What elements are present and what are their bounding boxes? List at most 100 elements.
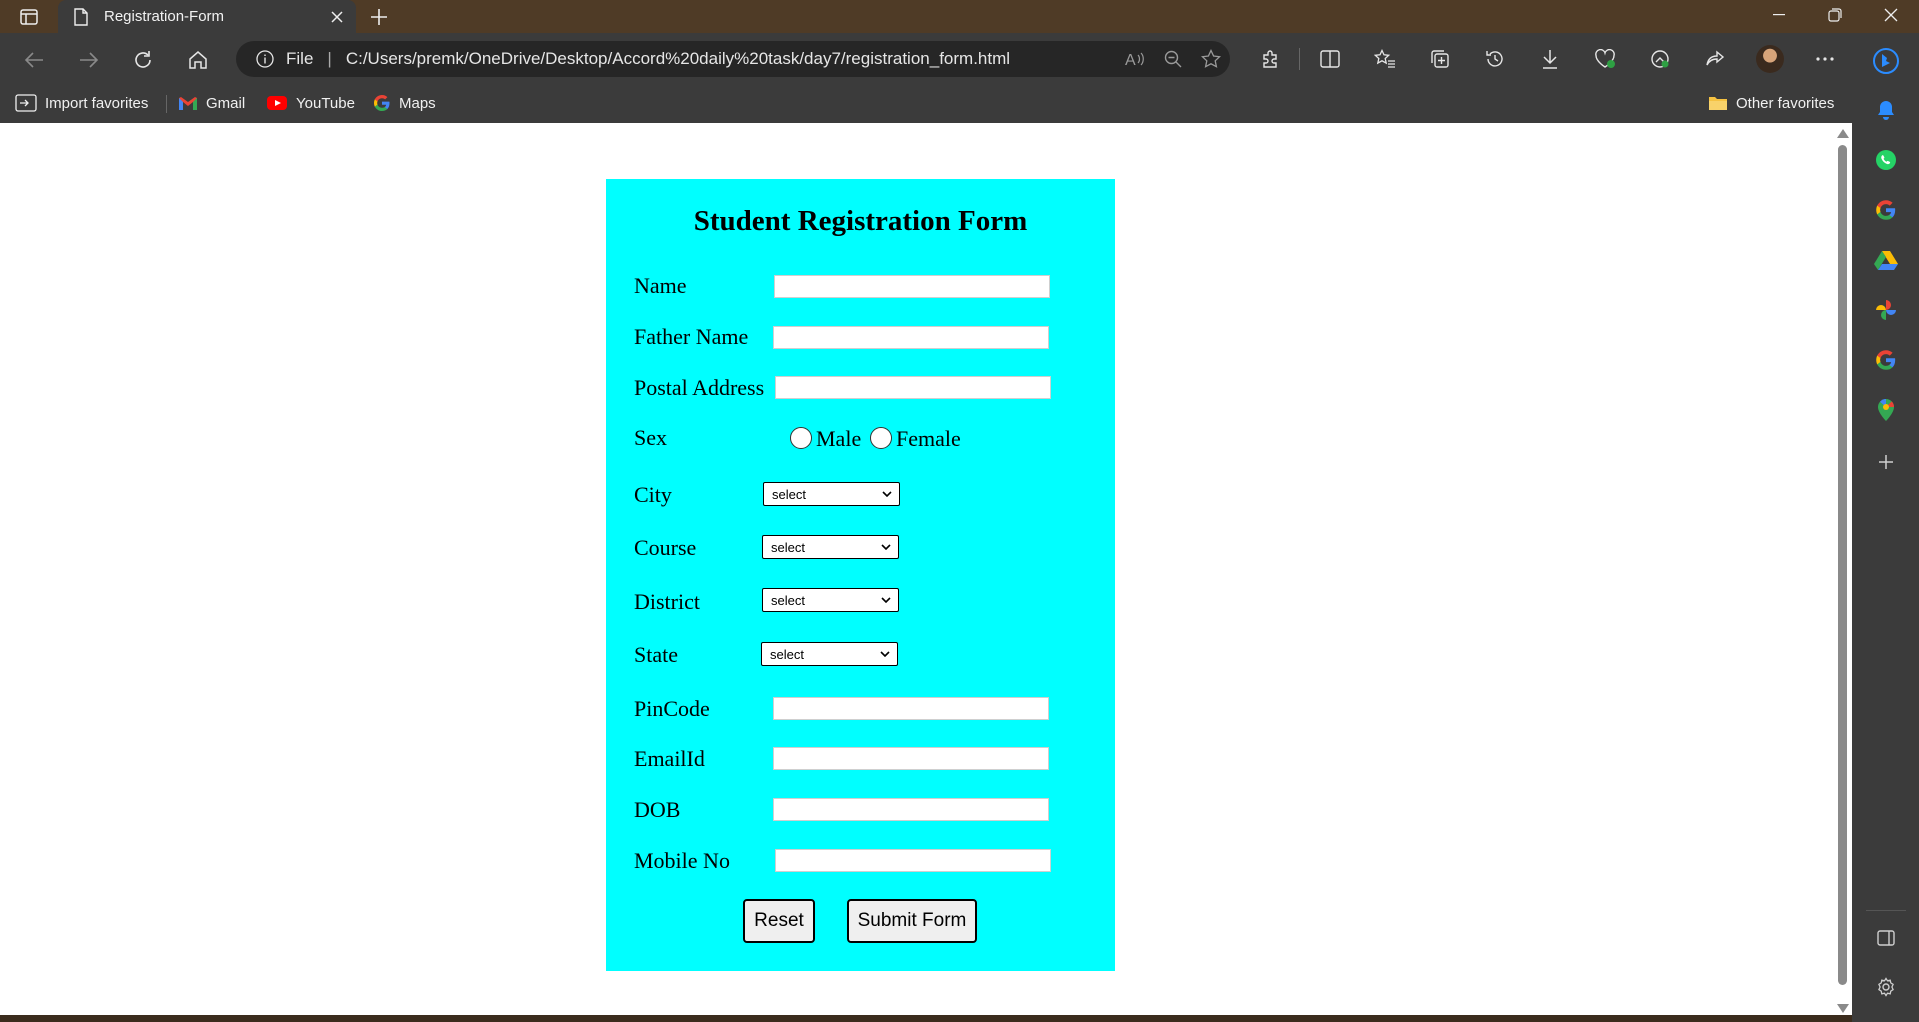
mobile-input[interactable] [775,849,1051,872]
city-select[interactable]: select [763,482,900,506]
postal-address-label: Postal Address [634,375,765,400]
hide-sidebar-icon[interactable] [1872,924,1900,952]
back-icon[interactable] [17,43,51,77]
male-radio-label: Male [816,426,862,451]
favorites-icon[interactable] [1357,41,1412,77]
mobile-label: Mobile No [634,848,730,873]
minimize-icon[interactable] [1751,0,1807,30]
window-bottom-edge [0,1015,1852,1022]
svg-text:A: A [1125,52,1136,68]
pincode-label: PinCode [634,696,710,721]
page-viewport: Student Registration Form Name Father Na… [0,123,1852,1015]
import-favorites-label: Import favorites [45,94,149,112]
gmail-label: Gmail [206,94,246,112]
favorite-star-icon[interactable] [1192,41,1230,77]
gmail-link[interactable]: Gmail [178,91,245,115]
downloads-icon[interactable] [1522,41,1577,77]
import-favorites-link[interactable]: Import favorites [15,91,148,115]
refresh-icon[interactable] [126,43,160,77]
more-options-icon[interactable] [1797,41,1852,77]
maps-link[interactable]: Maps [373,91,436,115]
google-maps-icon[interactable] [1872,396,1900,424]
notifications-bell-icon[interactable] [1872,96,1900,124]
folder-icon [1709,97,1727,110]
scroll-down-arrow[interactable] [1837,1004,1849,1013]
home-icon[interactable] [181,43,215,77]
chevron-down-icon [880,540,892,554]
google-icon [374,95,390,111]
zoom-out-icon[interactable] [1154,41,1192,77]
google-icon[interactable] [1872,196,1900,224]
female-radio-label: Female [896,426,961,451]
female-radio[interactable] [870,427,892,449]
chevron-down-icon [880,593,892,607]
youtube-icon [267,96,287,110]
chevron-down-icon [879,647,891,661]
new-tab-icon[interactable] [364,2,394,32]
sex-label: Sex [634,425,667,450]
dob-input[interactable] [773,798,1049,821]
other-favorites-label: Other favorites [1736,94,1835,112]
scroll-up-arrow[interactable] [1837,129,1849,138]
extensions-icon[interactable] [1242,41,1297,77]
favorites-divider [166,95,167,113]
toolbar-icons [1242,41,1852,77]
address-bar[interactable]: File | C:/Users/premk/OneDrive/Desktop/A… [236,41,1230,77]
close-window-icon[interactable] [1863,0,1919,30]
read-aloud-icon[interactable]: A [1116,41,1154,77]
submit-form-button[interactable]: Submit Form [847,899,977,943]
name-input[interactable] [774,275,1050,298]
toolbar-divider [1299,48,1300,70]
bing-copilot-icon[interactable] [1872,47,1900,75]
browser-essentials-icon[interactable] [1577,41,1632,77]
postal-address-input[interactable] [775,376,1051,399]
state-select[interactable]: select [761,642,898,666]
course-select[interactable]: select [762,535,899,559]
dob-label: DOB [634,797,681,822]
district-select-value: select [771,592,805,608]
pincode-input[interactable] [773,697,1049,720]
email-input[interactable] [773,747,1049,770]
sidebar-settings-gear-icon[interactable] [1872,973,1900,1001]
scroll-thumb[interactable] [1838,145,1847,985]
city-select-value: select [772,486,806,502]
share-icon[interactable] [1687,41,1742,77]
add-sidebar-app-icon[interactable] [1872,448,1900,476]
gmail-icon [179,97,197,110]
vertical-scrollbar[interactable] [1832,123,1852,1015]
window-controls [1751,0,1919,30]
male-radio[interactable] [790,427,812,449]
google-drive-icon[interactable] [1872,246,1900,274]
import-icon [15,94,37,112]
close-tab-icon[interactable] [322,2,352,32]
performance-icon[interactable] [1632,41,1687,77]
google-photos-icon[interactable] [1872,296,1900,324]
restore-icon[interactable] [1807,0,1863,30]
state-label: State [634,642,678,667]
google-icon-2[interactable] [1872,346,1900,374]
district-select[interactable]: select [762,588,899,612]
father-name-label: Father Name [634,324,749,349]
collections-icon[interactable] [1412,41,1467,77]
info-icon[interactable] [256,49,276,69]
city-label: City [634,482,672,507]
profile-avatar[interactable] [1742,41,1797,77]
youtube-label: YouTube [296,94,355,112]
reset-button[interactable]: Reset [743,899,815,943]
youtube-link[interactable]: YouTube [266,91,355,115]
father-name-input[interactable] [773,326,1049,349]
tab-registration-form[interactable]: Registration-Form [58,0,356,33]
whatsapp-icon[interactable] [1872,146,1900,174]
forward-icon[interactable] [72,43,106,77]
history-icon[interactable] [1467,41,1522,77]
sidebar-divider [1866,910,1906,911]
edge-sidebar [1852,33,1919,1022]
split-screen-icon[interactable] [1302,41,1357,77]
url-text[interactable]: C:/Users/premk/OneDrive/Desktop/Accord%2… [346,49,1116,69]
browser-toolbar: File | C:/Users/premk/OneDrive/Desktop/A… [0,33,1852,83]
email-label: EmailId [634,746,705,771]
other-favorites-folder[interactable]: Other favorites [1708,91,1834,115]
tab-actions-icon[interactable] [12,6,46,28]
form-title: Student Registration Form [693,205,1028,237]
title-bar: Registration-Form [0,0,1919,33]
